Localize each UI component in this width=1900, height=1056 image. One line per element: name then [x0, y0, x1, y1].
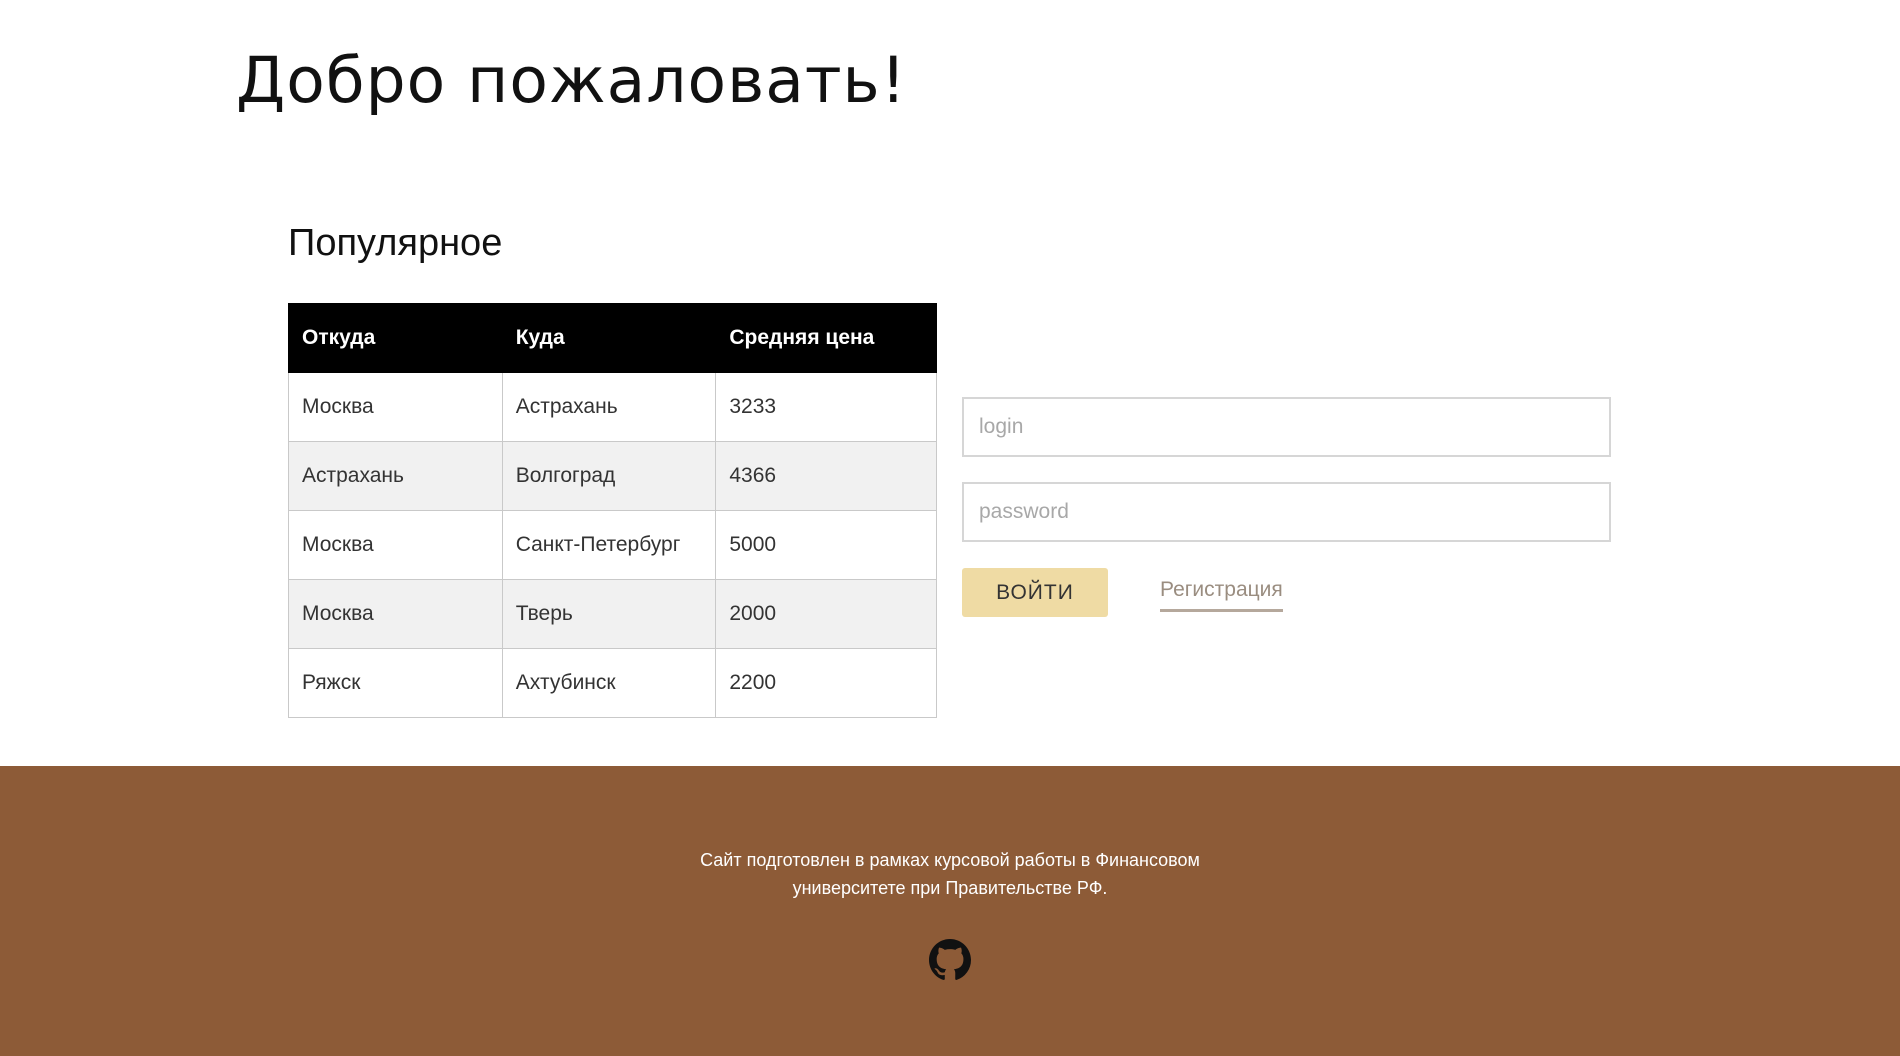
cell-from: Астрахань	[288, 441, 503, 511]
cell-to: Волгоград	[501, 441, 717, 511]
footer-text: Сайт подготовлен в рамках курсовой работ…	[0, 846, 1900, 902]
cell-price: 2000	[715, 579, 937, 649]
password-input[interactable]	[962, 482, 1611, 542]
footer-text-line: Сайт подготовлен в рамках курсовой работ…	[700, 850, 1200, 870]
cell-from: Москва	[288, 579, 503, 649]
login-button[interactable]: ВОЙТИ	[962, 568, 1108, 617]
login-input[interactable]	[962, 397, 1611, 457]
cell-price: 4366	[715, 441, 937, 511]
table-row: Астрахань Волгоград 4366	[288, 441, 937, 511]
footer: Сайт подготовлен в рамках курсовой работ…	[0, 766, 1900, 1056]
cell-price: 5000	[715, 510, 937, 580]
register-link[interactable]: Регистрация	[1160, 578, 1283, 612]
footer-text-line: университете при Правительстве РФ.	[792, 878, 1108, 898]
cell-to: Астрахань	[501, 372, 717, 442]
login-form: ВОЙТИ Регистрация	[962, 397, 1611, 628]
column-header-to: Куда	[501, 303, 717, 373]
page-title: Добро пожаловать!	[236, 44, 907, 117]
cell-to: Тверь	[501, 579, 717, 649]
cell-price: 3233	[715, 372, 937, 442]
popular-section-title: Популярное	[288, 222, 503, 264]
login-actions: ВОЙТИ Регистрация	[962, 568, 1611, 628]
table-row: Москва Санкт-Петербург 5000	[288, 510, 937, 580]
table-header-row: Откуда Куда Средняя цена	[288, 303, 937, 373]
column-header-avg-price: Средняя цена	[715, 303, 937, 373]
page: Добро пожаловать! Популярное Откуда Куда…	[0, 0, 1900, 1056]
table-row: Ряжск Ахтубинск 2200	[288, 648, 937, 718]
popular-routes-table: Откуда Куда Средняя цена Москва Астрахан…	[288, 303, 937, 718]
table-row: Москва Тверь 2000	[288, 579, 937, 649]
table-row: Москва Астрахань 3233	[288, 372, 937, 442]
cell-to: Ахтубинск	[501, 648, 717, 718]
column-header-from: Откуда	[288, 303, 503, 373]
cell-to: Санкт-Петербург	[501, 510, 717, 580]
cell-from: Ряжск	[288, 648, 503, 718]
cell-from: Москва	[288, 510, 503, 580]
cell-price: 2200	[715, 648, 937, 718]
cell-from: Москва	[288, 372, 503, 442]
github-icon[interactable]	[929, 939, 971, 981]
